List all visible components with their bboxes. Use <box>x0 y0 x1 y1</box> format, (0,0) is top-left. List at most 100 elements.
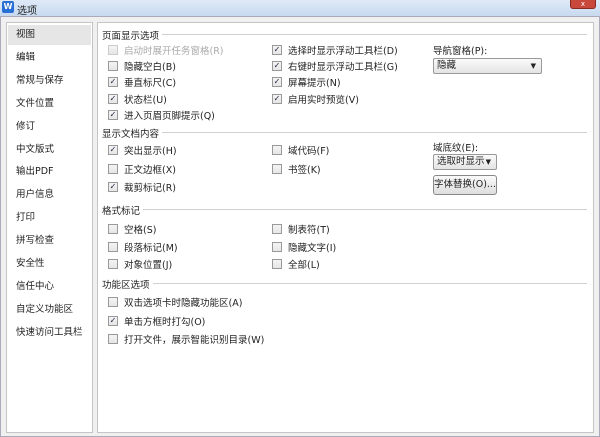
checkbox-option[interactable]: 制表符(T) <box>272 222 330 236</box>
sidebar-item[interactable]: 拼写检查 <box>8 231 91 251</box>
checkbox-label: 域代码(F) <box>288 146 330 157</box>
checkbox-unchecked-icon[interactable] <box>108 259 118 269</box>
sidebar: 视图编辑常规与保存文件位置修订中文版式 输出PDF 用户信息打印拼写检查安全性信任中… <box>6 22 93 433</box>
checkbox-checked-icon[interactable]: ✓ <box>272 61 282 72</box>
font-substitution-button[interactable]: 字体替换(O)... <box>433 175 497 195</box>
checkbox-label: 进入页眉页脚提示(Q) <box>124 110 215 122</box>
checkbox-unchecked-icon[interactable] <box>108 297 118 307</box>
checkbox-unchecked-icon[interactable] <box>272 163 282 174</box>
checkbox-unchecked-icon[interactable] <box>108 163 118 174</box>
checkbox-checked-icon[interactable]: ✓ <box>272 45 282 55</box>
sidebar-item[interactable]: 中文版式 <box>8 140 91 160</box>
checkbox-unchecked-icon[interactable] <box>272 259 282 269</box>
checkbox-option[interactable]: ✓ 启用实时预览(V) <box>272 92 359 106</box>
checkbox-checked-icon[interactable]: ✓ <box>108 77 118 88</box>
checkbox-option[interactable]: ✓ 选择时显示浮动工具栏(D) <box>272 43 398 57</box>
field-shading-value: 选取时显示 <box>437 156 485 167</box>
checkbox-label: 全部(L) <box>288 260 320 271</box>
checkbox-option[interactable]: 段落标记(M) <box>108 240 178 254</box>
checkbox-label: 垂直标尺(C) <box>124 78 177 90</box>
checkbox-label: 打开文件，展示智能识别目录(W) <box>124 335 265 346</box>
checkbox-label: 选择时显示浮动工具栏(D) <box>288 46 398 57</box>
checkbox-option[interactable]: 正文边框(X) <box>108 162 176 176</box>
sidebar-item[interactable]: 修订 <box>8 117 91 137</box>
checkbox-unchecked-icon[interactable] <box>108 224 118 234</box>
checkbox-option[interactable]: ✓ 右键时显示浮动工具栏(G) <box>272 59 398 73</box>
checkbox-label: 段落标记(M) <box>124 242 178 254</box>
checkbox-label: 书签(K) <box>288 164 321 176</box>
section-title-ribbon: 功能区选项 <box>102 277 153 291</box>
close-button[interactable]: x <box>570 0 596 9</box>
dropdown-arrow-icon: ▼ <box>485 158 491 166</box>
sidebar-item[interactable]: 自定义功能区 <box>8 300 91 320</box>
sidebar-item[interactable]: 安全性 <box>8 254 91 274</box>
sidebar-item[interactable]: 打印 <box>8 208 91 228</box>
checkbox-option[interactable]: ✓ 裁剪标记(R) <box>108 180 176 194</box>
checkbox-checked-icon[interactable]: ✓ <box>108 315 118 326</box>
checkbox-unchecked-icon[interactable] <box>272 241 282 252</box>
checkbox-option[interactable]: ✓ 突出显示(H) <box>108 143 177 157</box>
checkbox-unchecked-icon[interactable] <box>108 334 118 344</box>
checkbox-option[interactable]: ✓ 垂直标尺(C) <box>108 75 176 89</box>
divider <box>102 132 587 133</box>
checkbox-label: 右键时显示浮动工具栏(G) <box>288 62 398 74</box>
checkbox-option[interactable]: 书签(K) <box>272 162 321 176</box>
checkbox-checked-icon[interactable]: ✓ <box>108 145 118 155</box>
divider <box>102 283 587 284</box>
checkbox-option[interactable]: ✓ 屏幕提示(N) <box>272 75 341 89</box>
checkbox-option[interactable]: 空格(S) <box>108 222 156 236</box>
checkbox-checked-icon[interactable]: ✓ <box>272 93 282 104</box>
checkbox-option[interactable]: ✓ 状态栏(U) <box>108 92 167 106</box>
window-title: 选项 <box>17 6 37 17</box>
section-title-format-marks: 格式标记 <box>102 203 144 217</box>
dropdown-arrow-icon: ▼ <box>530 62 536 70</box>
checkbox-unchecked-icon[interactable] <box>272 224 282 234</box>
sidebar-item[interactable]: 文件位置 <box>8 94 91 114</box>
checkbox-option[interactable]: 域代码(F) <box>272 143 329 157</box>
checkbox-unchecked-icon[interactable] <box>108 241 118 252</box>
nav-pane-select[interactable]: 隐藏 ▼ <box>433 58 542 74</box>
sidebar-item[interactable]: 输出PDF <box>8 162 91 182</box>
checkbox-unchecked-icon[interactable] <box>108 61 118 72</box>
checkbox-option[interactable]: 全部(L) <box>272 257 320 271</box>
checkbox-label: 屏幕提示(N) <box>288 78 341 90</box>
checkbox-option[interactable]: ✓ 单击方框时打勾(O) <box>108 314 205 328</box>
sidebar-item[interactable]: 快速访问工具栏 <box>8 323 91 343</box>
app-icon: W <box>2 1 14 13</box>
checkbox-label: 启动时展开任务窗格(R) <box>124 46 224 57</box>
checkbox-label: 隐藏空白(B) <box>124 62 176 74</box>
nav-pane-value: 隐藏 <box>437 60 457 71</box>
checkbox-label: 单击方框时打勾(O) <box>124 316 206 328</box>
checkbox-option[interactable]: 隐藏空白(B) <box>108 59 176 73</box>
checkbox-option[interactable]: 启动时展开任务窗格(R) <box>108 43 224 57</box>
checkbox-label: 空格(S) <box>124 225 157 236</box>
checkbox-label: 正文边框(X) <box>124 164 176 176</box>
checkbox-checked-icon[interactable]: ✓ <box>108 93 118 104</box>
sidebar-item[interactable]: 常规与保存 <box>8 71 91 91</box>
checkbox-unchecked-icon[interactable] <box>108 45 118 55</box>
checkbox-label: 启用实时预览(V) <box>288 94 359 106</box>
field-shading-select[interactable]: 选取时显示 ▼ <box>433 154 497 170</box>
checkbox-checked-icon[interactable]: ✓ <box>108 109 118 120</box>
checkbox-option[interactable]: 双击选项卡时隐藏功能区(A) <box>108 295 242 309</box>
checkbox-label: 双击选项卡时隐藏功能区(A) <box>124 298 243 309</box>
checkbox-option[interactable]: 隐藏文字(I) <box>272 240 336 254</box>
checkbox-option[interactable]: 对象位置(J) <box>108 257 172 271</box>
sidebar-item[interactable]: 视图 <box>8 25 91 45</box>
divider <box>102 34 587 35</box>
field-shading-label: 域底纹(E): <box>433 143 479 154</box>
sidebar-item[interactable]: 用户信息 <box>8 185 91 205</box>
checkbox-checked-icon[interactable]: ✓ <box>108 182 118 192</box>
sidebar-item[interactable]: 信任中心 <box>8 277 91 297</box>
checkbox-option[interactable]: ✓ 进入页眉页脚提示(Q) <box>108 108 215 122</box>
checkbox-label: 状态栏(U) <box>124 94 167 106</box>
checkbox-label: 突出显示(H) <box>124 146 177 157</box>
checkbox-label: 对象位置(J) <box>124 260 173 271</box>
options-panel: 页面显示选项 显示文档内容 格式标记 功能区选项 导航窗格(P): 隐藏 ▼ 域底… <box>97 22 594 433</box>
divider <box>102 209 587 210</box>
checkbox-unchecked-icon[interactable] <box>272 145 282 155</box>
checkbox-checked-icon[interactable]: ✓ <box>272 77 282 88</box>
checkbox-option[interactable]: 打开文件，展示智能识别目录(W) <box>108 332 264 346</box>
sidebar-item[interactable]: 编辑 <box>8 48 91 68</box>
checkbox-label: 裁剪标记(R) <box>124 183 177 194</box>
